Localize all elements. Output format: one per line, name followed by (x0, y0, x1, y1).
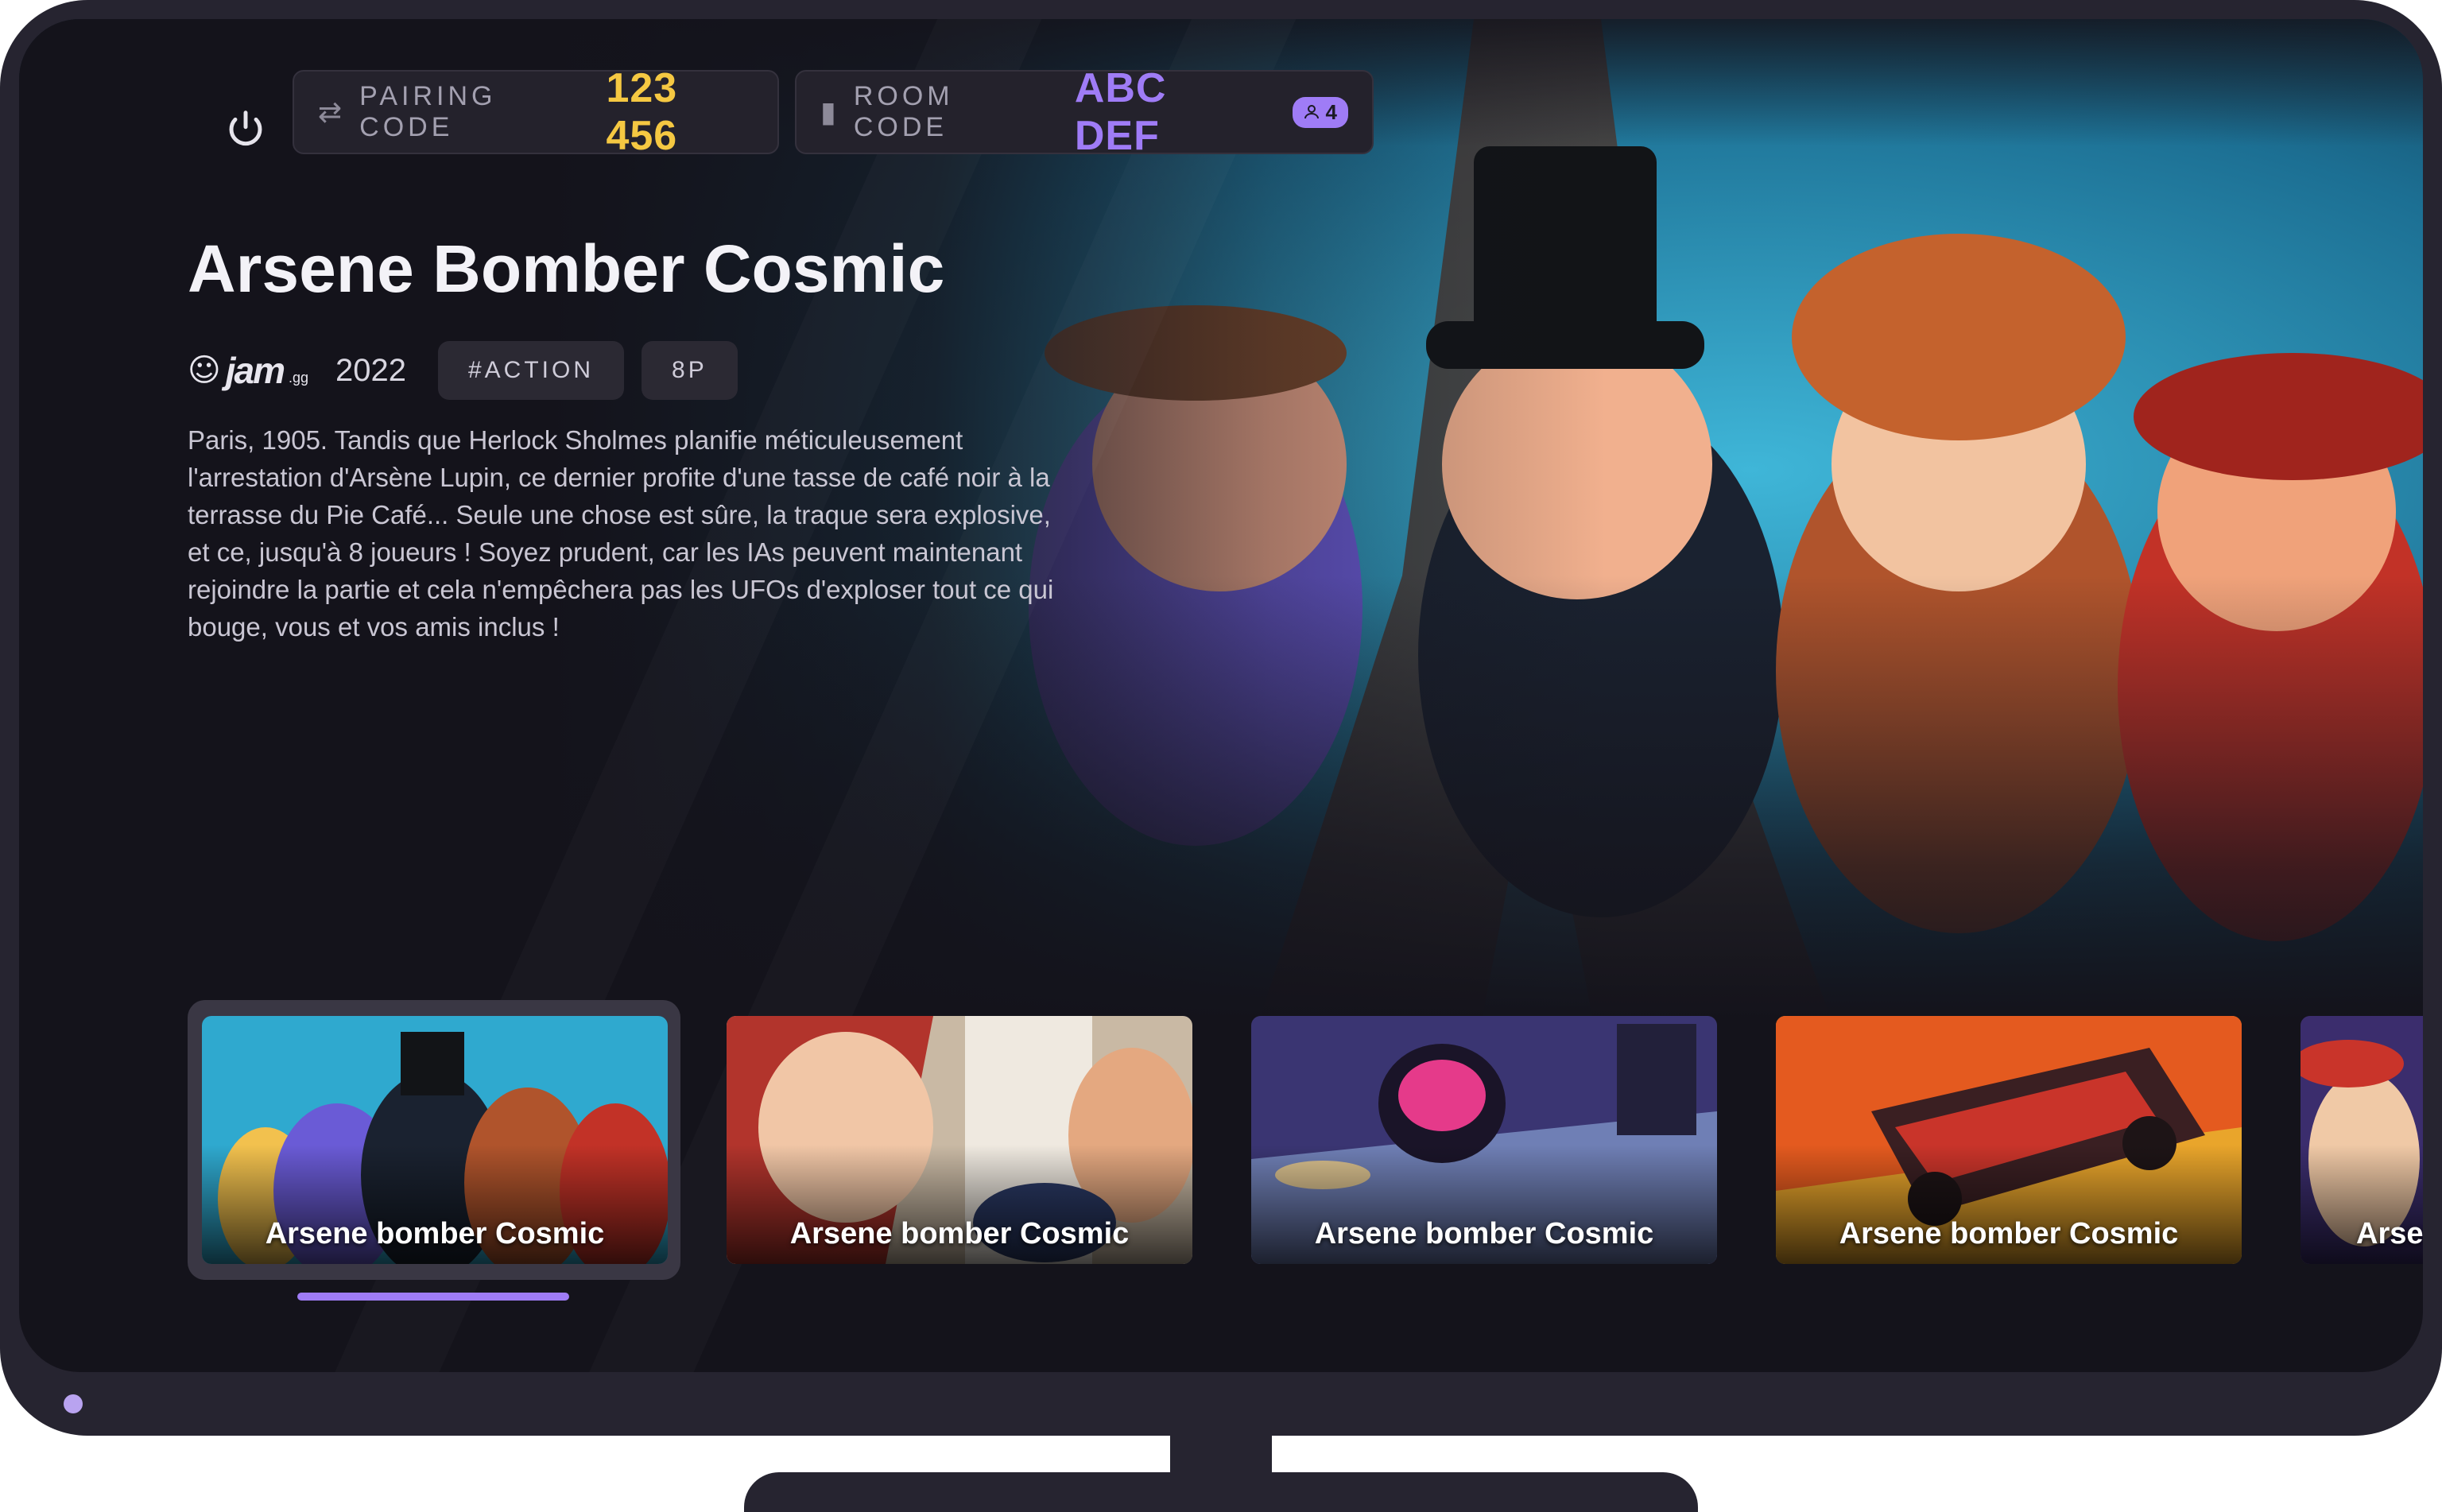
card-label: Arsene bomber Cosmic (1314, 1217, 1654, 1250)
game-card[interactable]: Arsene bomber Cosmic (2301, 1016, 2423, 1264)
tv-power-led (64, 1394, 83, 1413)
user-icon (1304, 105, 1319, 119)
power-icon (229, 110, 262, 146)
power-button[interactable] (202, 89, 289, 169)
card-label: Arsene bomber Cosmic (1839, 1217, 2179, 1250)
skull-icon: ☺ (188, 352, 221, 389)
player-tag: 8P (642, 341, 738, 400)
genre-tag: #ACTION (437, 341, 625, 400)
game-title: Arsene Bomber Cosmic (188, 231, 945, 306)
player-count: 4 (1325, 99, 1337, 124)
card-label: Arsene bomber Cosmic (265, 1217, 605, 1250)
door-icon: ▮ (820, 95, 836, 129)
game-description: Paris, 1905. Tandis que Herlock Sholmes … (188, 425, 1054, 642)
pairing-code-label: PAIRING CODE (359, 81, 497, 142)
game-meta: ☺ jam .gg 2022 #ACTION 8P (188, 340, 755, 401)
game-card[interactable]: Arsene bomber Cosmic (202, 1016, 668, 1264)
release-year: 2022 (335, 352, 406, 388)
pairing-code-value: 123 456 (606, 65, 678, 159)
game-card[interactable]: Arsene bomber Cosmic (1251, 1016, 1717, 1264)
card-label: Arsene bomber Cosmic (789, 1217, 1130, 1250)
tv-stand-neck (1170, 1436, 1272, 1475)
card-label: Arsene bomber Cosmic (2356, 1217, 2423, 1250)
player-count-badge: 4 (1292, 96, 1348, 128)
pairing-code-pill[interactable]: ⇄ PAIRING CODE 123 456 (293, 65, 779, 159)
selected-indicator (297, 1293, 569, 1301)
game-card[interactable]: Arsene bomber Cosmic (727, 1016, 1192, 1264)
publisher-logo: ☺ jam .gg (188, 349, 308, 392)
game-carousel: Arsene bomber Cosmic Arsene bomber Cosmi… (19, 983, 2423, 1301)
room-code-pill[interactable]: ▮ ROOM CODE ABC DEF 4 (795, 65, 1374, 159)
tv-screen: ⇄ PAIRING CODE 123 456 ▮ ROOM CODE ABC D… (19, 19, 2423, 1372)
publisher-name: jam (225, 350, 285, 391)
swap-arrows-icon: ⇄ (318, 95, 343, 129)
game-card[interactable]: Arsene bomber Cosmic (1776, 1016, 2242, 1264)
tv-stand-foot (744, 1472, 1698, 1512)
room-code-value: ABC DEF (1074, 65, 1167, 159)
room-code-label: ROOM CODE (853, 81, 954, 142)
publisher-tld: .gg (288, 369, 308, 386)
